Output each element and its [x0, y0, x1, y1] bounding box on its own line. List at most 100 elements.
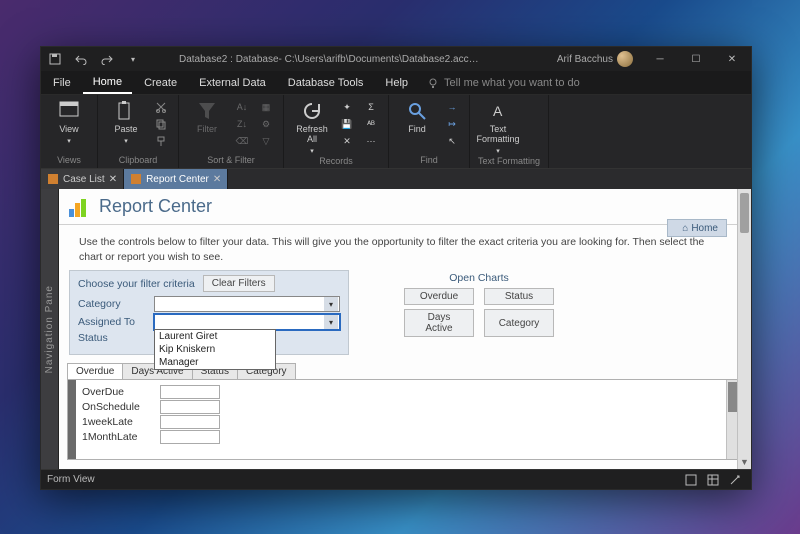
- ribbon-group-find: Find → ↦ ↖ Find: [389, 95, 470, 168]
- user-name: Arif Bacchus: [557, 54, 613, 65]
- ribbon-group-views: View ▾ Views: [41, 95, 98, 168]
- chart-logo-icon: [69, 197, 89, 217]
- layoutview-icon[interactable]: [703, 472, 723, 488]
- filter-criteria-box: Choose your filter criteria Clear Filter…: [69, 270, 349, 355]
- select-icon[interactable]: ↖: [443, 133, 461, 149]
- ribbon-group-records: Refresh All ▾ ✦ 💾 ✕ Σ ᴬᴮ ⋯ Records: [284, 95, 389, 168]
- navigation-pane-label: Navigation Pane: [44, 285, 55, 373]
- close-tab-icon[interactable]: ✕: [213, 174, 221, 185]
- ribbon-group-textformatting: A Text Formatting ▾ Text Formatting: [470, 95, 549, 168]
- instructions-text: Use the controls below to filter your da…: [59, 225, 747, 270]
- workarea: Navigation Pane Report Center ⌂ Home Use…: [41, 189, 751, 469]
- doc-tab-caselist[interactable]: Case List ✕: [41, 169, 124, 189]
- rtab-overdue[interactable]: Overdue: [67, 363, 123, 379]
- scrollbar-thumb[interactable]: [728, 382, 737, 412]
- rf-onschedule-value[interactable]: [160, 400, 220, 414]
- chart-status-button[interactable]: Status: [484, 288, 554, 305]
- removesort-icon[interactable]: ⌫: [233, 133, 251, 149]
- more-icon[interactable]: ⋯: [362, 133, 380, 149]
- doc-tab-reportcenter[interactable]: Report Center ✕: [124, 169, 228, 189]
- cut-icon[interactable]: [152, 99, 170, 115]
- assignedto-combo[interactable]: ▾: [154, 314, 340, 330]
- close-tab-icon[interactable]: ✕: [109, 174, 117, 185]
- rf-week-value[interactable]: [160, 415, 220, 429]
- paste-button[interactable]: Paste ▾: [106, 99, 146, 145]
- rf-week-label: 1weekLate: [82, 416, 152, 428]
- tab-create[interactable]: Create: [134, 73, 187, 93]
- chart-daysactive-button[interactable]: Days Active: [404, 309, 474, 337]
- save-icon[interactable]: [45, 49, 65, 69]
- rf-overdue-value[interactable]: [160, 385, 220, 399]
- replace-icon[interactable]: →: [443, 99, 461, 115]
- undo-icon[interactable]: [71, 49, 91, 69]
- totals-icon[interactable]: Σ: [362, 99, 380, 115]
- view-icon: [57, 99, 81, 123]
- togglefilter-icon[interactable]: ▽: [257, 133, 275, 149]
- text-icon: A: [486, 99, 510, 123]
- statusbar: Form View: [41, 469, 751, 489]
- form-icon: [130, 173, 142, 185]
- report-body: OverDue OnSchedule 1weekLate 1MonthLate: [67, 380, 739, 460]
- maximize-button[interactable]: ☐: [681, 49, 711, 69]
- delete-icon[interactable]: ✕: [338, 133, 356, 149]
- tab-externaldata[interactable]: External Data: [189, 73, 276, 93]
- scrollbar-thumb[interactable]: [740, 193, 749, 233]
- new-icon[interactable]: ✦: [338, 99, 356, 115]
- close-button[interactable]: ✕: [717, 49, 747, 69]
- dropdown-item[interactable]: Laurent Giret: [155, 330, 275, 343]
- record-selector[interactable]: [68, 380, 76, 459]
- report-center-form: Report Center ⌂ Home Use the controls be…: [59, 189, 747, 469]
- chevron-down-icon: ▾: [324, 315, 338, 329]
- chart-category-button[interactable]: Category: [484, 309, 554, 337]
- access-app-window: ▾ Database2 : Database- C:\Users\arifb\D…: [40, 46, 752, 490]
- open-charts-box: Open Charts Overdue Status Days Active C…: [379, 270, 579, 355]
- textformatting-button[interactable]: A Text Formatting ▾: [478, 99, 518, 155]
- redo-icon[interactable]: [97, 49, 117, 69]
- category-combo[interactable]: ▾: [154, 296, 340, 312]
- save-record-icon[interactable]: 💾: [338, 116, 356, 132]
- criteria-label: Choose your filter criteria: [78, 278, 195, 290]
- filter-button[interactable]: Filter: [187, 99, 227, 135]
- tellme-search[interactable]: Tell me what you want to do: [428, 77, 580, 89]
- view-button[interactable]: View ▾: [49, 99, 89, 145]
- lightbulb-icon: [428, 77, 440, 89]
- tab-file[interactable]: File: [43, 73, 81, 93]
- home-link[interactable]: ⌂ Home: [667, 219, 727, 237]
- spelling-icon[interactable]: ᴬᴮ: [362, 116, 380, 132]
- dropdown-item[interactable]: Manager: [155, 356, 275, 369]
- refreshall-button[interactable]: Refresh All ▾: [292, 99, 332, 155]
- window-title: Database2 : Database- C:\Users\arifb\Doc…: [179, 54, 479, 65]
- chart-overdue-button[interactable]: Overdue: [404, 288, 474, 305]
- user-account[interactable]: Arif Bacchus: [557, 51, 633, 67]
- advanced-icon[interactable]: ⚙: [257, 116, 275, 132]
- refresh-icon: [300, 99, 324, 123]
- statusbar-mode: Form View: [47, 474, 95, 485]
- qat-dropdown-icon[interactable]: ▾: [123, 49, 143, 69]
- goto-icon[interactable]: ↦: [443, 116, 461, 132]
- ribbon: View ▾ Views Paste ▾ Clipboard: [41, 95, 751, 169]
- assignedto-label: Assigned To: [78, 316, 148, 328]
- scroll-down-icon[interactable]: ▼: [738, 455, 751, 469]
- category-label: Category: [78, 298, 148, 310]
- formview-icon[interactable]: [681, 472, 701, 488]
- form-scrollbar[interactable]: ▲ ▼: [737, 189, 751, 469]
- minimize-button[interactable]: ─: [645, 49, 675, 69]
- tab-home[interactable]: Home: [83, 72, 132, 94]
- tab-help[interactable]: Help: [375, 73, 418, 93]
- menubar: File Home Create External Data Database …: [41, 71, 751, 95]
- designview-icon[interactable]: [725, 472, 745, 488]
- rf-month-value[interactable]: [160, 430, 220, 444]
- tab-databasetools[interactable]: Database Tools: [278, 73, 374, 93]
- rf-onschedule-label: OnSchedule: [82, 401, 152, 413]
- selection-icon[interactable]: ▦: [257, 99, 275, 115]
- navigation-pane-collapsed[interactable]: Navigation Pane: [41, 189, 59, 469]
- sort-desc-icon[interactable]: Z↓: [233, 116, 251, 132]
- copy-icon[interactable]: [152, 116, 170, 132]
- dropdown-item[interactable]: Kip Kniskern: [155, 343, 275, 356]
- form-icon: [47, 173, 59, 185]
- find-button[interactable]: Find: [397, 99, 437, 135]
- formatpainter-icon[interactable]: [152, 133, 170, 149]
- clear-filters-button[interactable]: Clear Filters: [203, 275, 275, 292]
- filter-icon: [195, 99, 219, 123]
- sort-asc-icon[interactable]: A↓: [233, 99, 251, 115]
